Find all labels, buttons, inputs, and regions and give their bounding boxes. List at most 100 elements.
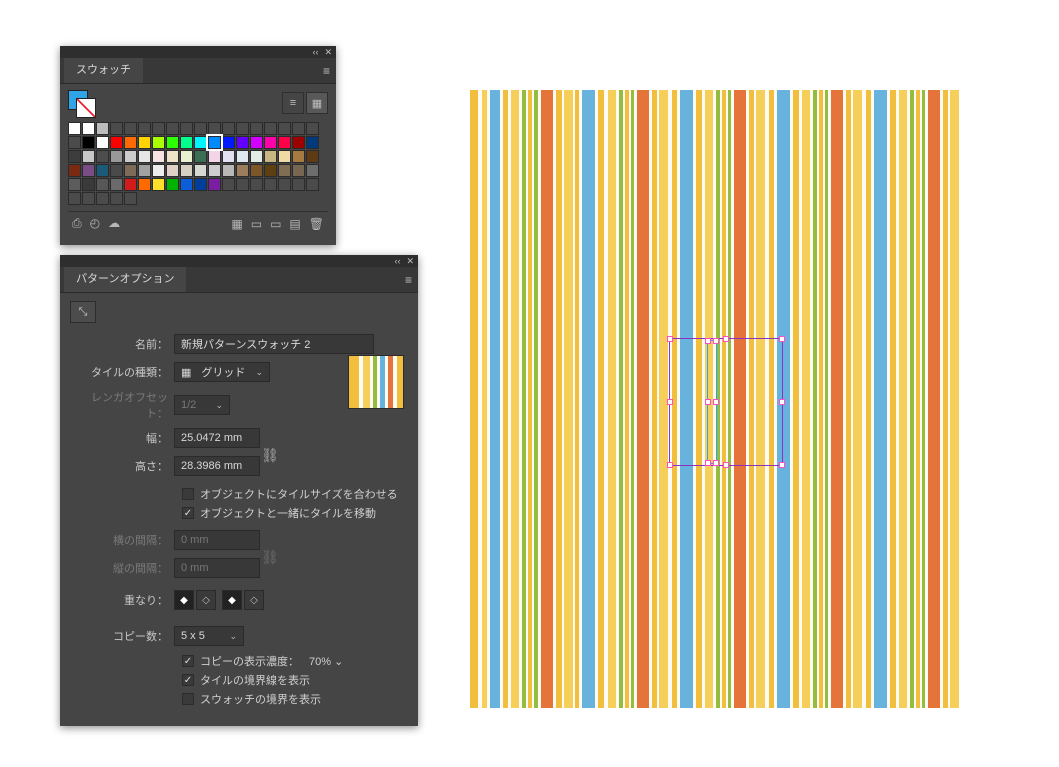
swatch-cell[interactable] xyxy=(264,178,277,191)
swatch-cell[interactable] xyxy=(250,164,263,177)
swatch-cell[interactable] xyxy=(222,150,235,163)
swatch-cell[interactable] xyxy=(306,122,319,135)
show-tile-edge-checkbox[interactable] xyxy=(182,674,194,686)
swatch-cell[interactable] xyxy=(110,192,123,205)
resize-handle-e[interactable] xyxy=(713,399,719,405)
swatch-cell[interactable] xyxy=(124,178,137,191)
swatch-cell[interactable] xyxy=(292,122,305,135)
overlap-toggle[interactable]: ◆ xyxy=(174,590,194,610)
swatch-libraries-icon[interactable]: ⎙ xyxy=(72,216,82,231)
new-color-group-icon[interactable]: ▭ xyxy=(251,217,262,231)
delete-swatch-icon[interactable]: 🗑 xyxy=(309,217,324,231)
swatch-cell[interactable] xyxy=(68,192,81,205)
swatch-cell[interactable] xyxy=(180,164,193,177)
dim-copies-checkbox[interactable] xyxy=(182,655,194,667)
pattern-canvas[interactable] xyxy=(470,90,1026,708)
overlap-toggle[interactable]: ◇ xyxy=(244,590,264,610)
resize-handle-ne[interactable] xyxy=(779,336,785,342)
swatch-cell[interactable] xyxy=(138,150,151,163)
panel-menu-icon[interactable]: ≡ xyxy=(405,273,412,287)
current-stroke-swatch[interactable] xyxy=(76,98,96,118)
width-input[interactable] xyxy=(174,428,260,448)
resize-handle-nw[interactable] xyxy=(667,336,673,342)
resize-handle-ne[interactable] xyxy=(713,338,719,344)
swatch-cell[interactable] xyxy=(82,150,95,163)
swatch-cell[interactable] xyxy=(124,150,137,163)
resize-handle-n[interactable] xyxy=(723,336,729,342)
swatch-cell[interactable] xyxy=(208,136,221,149)
swatch-cell[interactable] xyxy=(236,122,249,135)
copies-select[interactable]: 5 x 5 ⌄ xyxy=(174,626,244,646)
swatch-cell[interactable] xyxy=(292,178,305,191)
swatch-cell[interactable] xyxy=(194,122,207,135)
resize-handle-s[interactable] xyxy=(723,462,729,468)
show-swatch-kinds-icon[interactable]: ▦ xyxy=(231,217,242,231)
swatch-cell[interactable] xyxy=(124,164,137,177)
resize-handle-sw[interactable] xyxy=(705,460,711,466)
swatch-cell[interactable] xyxy=(138,136,151,149)
swatch-cell[interactable] xyxy=(82,178,95,191)
swatch-cell[interactable] xyxy=(82,136,95,149)
swatch-cell[interactable] xyxy=(82,192,95,205)
swatch-cell[interactable] xyxy=(82,122,95,135)
swatch-cell[interactable] xyxy=(306,178,319,191)
swatch-cell[interactable] xyxy=(166,122,179,135)
swatch-cell[interactable] xyxy=(236,136,249,149)
swatch-cell[interactable] xyxy=(68,122,81,135)
swatch-cell[interactable] xyxy=(194,164,207,177)
swatch-cell[interactable] xyxy=(222,178,235,191)
swatch-options-icon[interactable]: ▤ xyxy=(289,217,300,231)
swatch-cell[interactable] xyxy=(110,122,123,135)
resize-handle-w[interactable] xyxy=(667,399,673,405)
swatch-cell[interactable] xyxy=(110,150,123,163)
resize-handle-nw[interactable] xyxy=(705,338,711,344)
swatch-cell[interactable] xyxy=(264,122,277,135)
swatch-cell[interactable] xyxy=(152,164,165,177)
swatch-cell[interactable] xyxy=(166,164,179,177)
swatch-cell[interactable] xyxy=(236,178,249,191)
swatch-cell[interactable] xyxy=(180,122,193,135)
swatch-cell[interactable] xyxy=(68,150,81,163)
swatch-cell[interactable] xyxy=(292,164,305,177)
swatch-cell[interactable] xyxy=(68,164,81,177)
swatch-cell[interactable] xyxy=(68,136,81,149)
list-view-button[interactable]: ≡ xyxy=(282,92,304,114)
panel-title-bar[interactable]: ‹‹ ✕ xyxy=(60,255,418,267)
swatch-cell[interactable] xyxy=(194,178,207,191)
swatch-cell[interactable] xyxy=(180,178,193,191)
swatch-cell[interactable] xyxy=(278,122,291,135)
swatch-cell[interactable] xyxy=(96,164,109,177)
swatch-cell[interactable] xyxy=(82,164,95,177)
resize-handle-w[interactable] xyxy=(705,399,711,405)
swatch-cell[interactable] xyxy=(236,150,249,163)
swatch-cell[interactable] xyxy=(166,136,179,149)
swatch-cell[interactable] xyxy=(278,178,291,191)
tab-pattern-options[interactable]: パターンオプション xyxy=(64,267,186,292)
swatch-cell[interactable] xyxy=(138,178,151,191)
swatch-cell[interactable] xyxy=(264,150,277,163)
resize-handle-se[interactable] xyxy=(779,462,785,468)
swatch-cell[interactable] xyxy=(166,178,179,191)
cloud-icon[interactable]: ☁ xyxy=(108,216,120,231)
swatch-cell[interactable] xyxy=(96,136,109,149)
swatch-cell[interactable] xyxy=(208,164,221,177)
tile-bounding-box[interactable] xyxy=(669,338,783,466)
swatch-cell[interactable] xyxy=(166,150,179,163)
swatch-cell[interactable] xyxy=(306,150,319,163)
dim-percent-select[interactable]: 70% ⌄ xyxy=(309,655,363,668)
swatch-cell[interactable] xyxy=(152,178,165,191)
swatch-cell[interactable] xyxy=(278,164,291,177)
swatch-cell[interactable] xyxy=(292,136,305,149)
panel-title-bar[interactable]: ‹‹ ✕ xyxy=(60,46,336,58)
swatch-cell[interactable] xyxy=(250,122,263,135)
swatch-cell[interactable] xyxy=(222,122,235,135)
swatch-cell[interactable] xyxy=(124,192,137,205)
swatch-cell[interactable] xyxy=(250,150,263,163)
swatch-cell[interactable] xyxy=(194,136,207,149)
resize-handle-e[interactable] xyxy=(779,399,785,405)
swatch-cell[interactable] xyxy=(208,150,221,163)
pattern-name-input[interactable] xyxy=(174,334,374,354)
swatch-cell[interactable] xyxy=(152,136,165,149)
swatch-cell[interactable] xyxy=(180,136,193,149)
swatch-cell[interactable] xyxy=(68,178,81,191)
